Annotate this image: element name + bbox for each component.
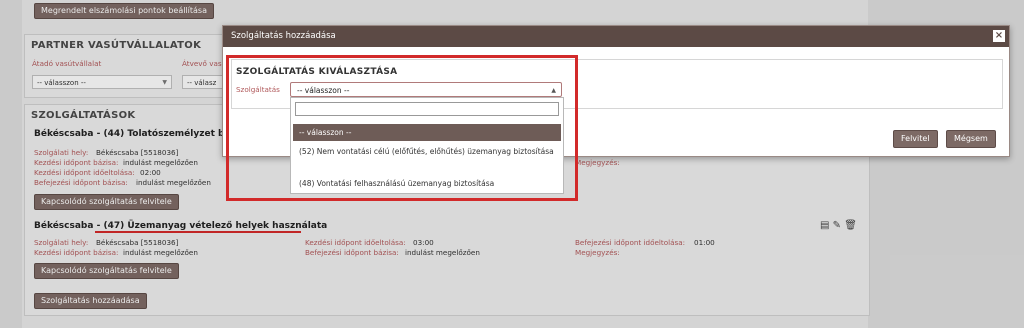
dialog-title: Szolgáltatás hozzáadása bbox=[231, 31, 336, 41]
cancel-button[interactable]: Mégsem bbox=[946, 130, 996, 148]
save-button[interactable]: Felvitel bbox=[893, 130, 938, 148]
highlight-frame bbox=[226, 55, 578, 201]
dialog-header: Szolgáltatás hozzáadása bbox=[223, 26, 1009, 47]
close-icon[interactable]: × bbox=[993, 30, 1005, 42]
